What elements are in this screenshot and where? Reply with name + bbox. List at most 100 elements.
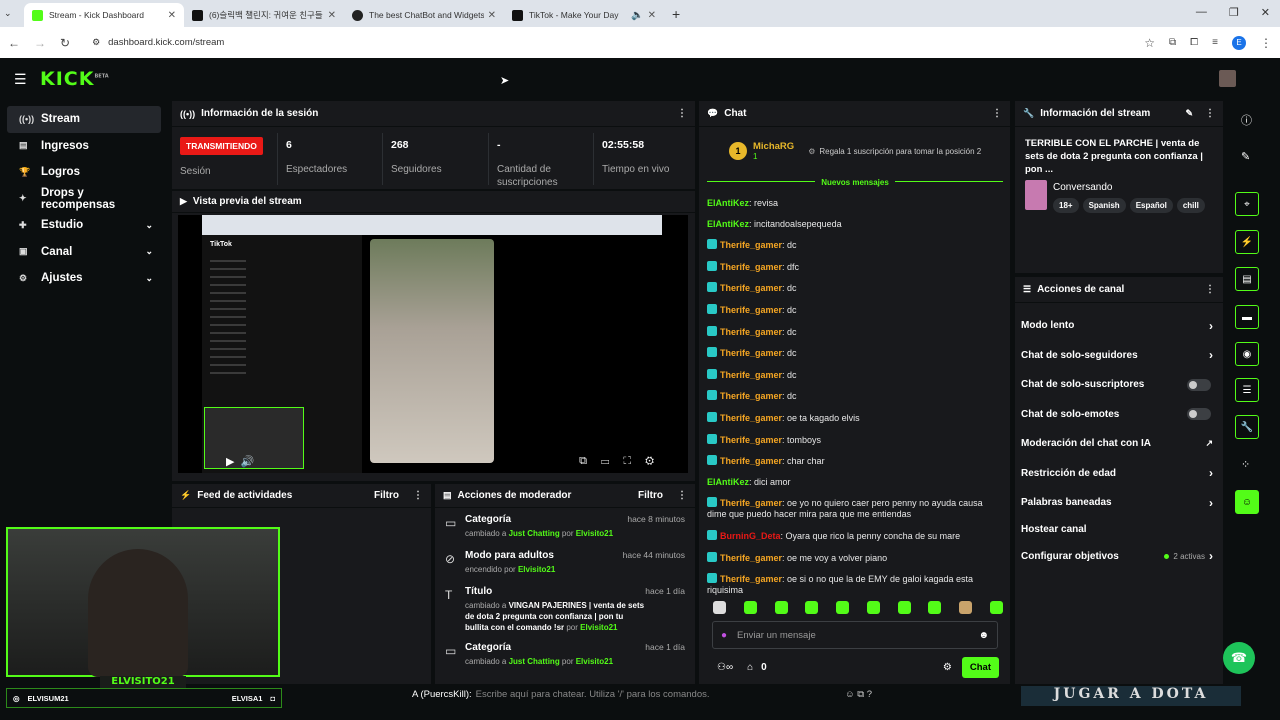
more-menu-icon[interactable]: ⋮ bbox=[1205, 108, 1215, 119]
action-followers-only[interactable]: Chat de solo-seguidores › bbox=[1015, 341, 1223, 371]
lightning-icon[interactable]: ⚡ bbox=[1235, 230, 1259, 254]
broadcast-icon[interactable]: ◉ bbox=[1235, 342, 1259, 366]
mic-icon[interactable]: ● bbox=[721, 630, 727, 641]
desc-highlight[interactable]: Just Chatting bbox=[509, 529, 560, 538]
emote-icon[interactable] bbox=[774, 601, 788, 614]
minimize-icon[interactable]: — bbox=[1196, 6, 1207, 19]
tag-pill[interactable]: chill bbox=[1176, 198, 1205, 213]
gift-prompt[interactable]: Regala 1 suscripción para tomar la posic… bbox=[819, 147, 981, 156]
restore-icon[interactable]: ❐ bbox=[1229, 6, 1239, 19]
browser-tab[interactable]: The best ChatBot and Widgets ✕ bbox=[344, 3, 504, 27]
chat-settings-icon[interactable]: ⚙ bbox=[943, 662, 952, 673]
emote-icon[interactable] bbox=[743, 601, 757, 614]
chat-username[interactable]: Therife_gamer bbox=[720, 413, 782, 423]
desc-user[interactable]: Elvisito21 bbox=[576, 529, 613, 538]
sidebar-item-canal[interactable]: ▣ Canal ⌄ bbox=[7, 239, 161, 266]
desc-user[interactable]: Elvisito21 bbox=[518, 565, 555, 574]
subs-only-toggle[interactable] bbox=[1187, 378, 1211, 391]
action-host-channel[interactable]: Hostear canal bbox=[1015, 518, 1223, 542]
pencil-icon[interactable]: ✎ bbox=[1241, 150, 1250, 163]
close-tab-icon[interactable]: ✕ bbox=[328, 10, 336, 21]
emote-icon[interactable] bbox=[713, 601, 726, 614]
hamburger-icon[interactable]: ☰ bbox=[14, 71, 27, 88]
chat-username[interactable]: Therife_gamer bbox=[720, 553, 782, 563]
back-icon[interactable]: ← bbox=[8, 36, 20, 50]
action-goals[interactable]: Configurar objetivos 2 activas › bbox=[1015, 542, 1223, 572]
close-tab-icon[interactable]: ✕ bbox=[168, 10, 176, 21]
chat-username[interactable]: ElAntiKez bbox=[707, 477, 749, 487]
emote-green-icon[interactable]: ☺ bbox=[1235, 490, 1259, 514]
reading-list-icon[interactable]: ≡ bbox=[1212, 37, 1218, 48]
more-menu-icon[interactable]: ⋮ bbox=[992, 108, 1002, 119]
browser-tab[interactable]: (6)슬릭백 챌린지: 귀여운 친구들 ✕ bbox=[184, 3, 344, 27]
category-thumbnail[interactable] bbox=[1025, 180, 1047, 210]
speaker-icon[interactable]: 🔈 bbox=[631, 10, 643, 21]
extension-icon[interactable]: ⧉ bbox=[1169, 37, 1176, 48]
puzzle-icon[interactable]: ⧠ bbox=[1190, 37, 1198, 48]
reload-icon[interactable]: ↻ bbox=[60, 36, 70, 50]
tab-search-icon[interactable]: ⌄ bbox=[4, 8, 24, 19]
notes-icon[interactable]: ▤ bbox=[1235, 267, 1259, 291]
stream-video[interactable]: TikTok ▶ 🔊 ⧉▭⛶⚙ bbox=[178, 215, 688, 473]
chat-username[interactable]: Therife_gamer bbox=[720, 327, 782, 337]
chat-username[interactable]: ElAntiKez bbox=[707, 198, 749, 208]
emotes-only-toggle[interactable] bbox=[1187, 408, 1211, 421]
chat-username[interactable]: Therife_gamer bbox=[720, 240, 782, 250]
chat-username[interactable]: Therife_gamer bbox=[720, 456, 782, 466]
filter-button[interactable]: Filtro bbox=[638, 490, 663, 501]
edit-icon[interactable]: ✎ bbox=[1185, 108, 1193, 119]
browser-menu-icon[interactable]: ⋮ bbox=[1260, 36, 1272, 50]
wrench-icon[interactable]: 🔧 bbox=[1235, 415, 1259, 439]
more-menu-icon[interactable]: ⋮ bbox=[1205, 284, 1215, 295]
chat-username[interactable]: Therife_gamer bbox=[720, 283, 782, 293]
close-tab-icon[interactable]: ✕ bbox=[488, 10, 496, 21]
store-icon[interactable]: ⌂ bbox=[747, 662, 753, 673]
profile-avatar[interactable]: E bbox=[1232, 35, 1246, 50]
new-tab-icon[interactable]: + bbox=[672, 6, 680, 22]
chat-username[interactable]: Therife_gamer bbox=[720, 574, 782, 584]
filter-button[interactable]: Filtro bbox=[374, 490, 399, 501]
emote-icon[interactable] bbox=[959, 601, 973, 614]
sidebar-item-drops[interactable]: ✦ Drops y recompensas bbox=[7, 186, 161, 213]
sidebar-item-estudio[interactable]: ✚ Estudio ⌄ bbox=[7, 212, 161, 239]
emote-icon[interactable] bbox=[836, 601, 850, 614]
emoji-picker-icon[interactable]: ☻ bbox=[978, 630, 989, 641]
close-tab-icon[interactable]: ✕ bbox=[648, 10, 656, 21]
chat-username[interactable]: Therife_gamer bbox=[720, 305, 782, 315]
category-name[interactable]: Conversando bbox=[1053, 182, 1205, 193]
user-avatar[interactable] bbox=[1219, 70, 1236, 87]
chat-username[interactable]: BurninG_Deta bbox=[720, 531, 781, 541]
apps-icon[interactable]: ⁘ bbox=[1241, 458, 1250, 471]
layout-icon[interactable]: ☰ bbox=[1235, 378, 1259, 402]
emote-icon[interactable] bbox=[866, 601, 880, 614]
chat-input[interactable]: ● Enviar un mensaje ☻ bbox=[712, 621, 998, 649]
desc-user[interactable]: Elvisito21 bbox=[580, 623, 617, 632]
sidebar-item-ajustes[interactable]: ⚙ Ajustes ⌄ bbox=[7, 265, 161, 292]
emote-icon[interactable] bbox=[805, 601, 819, 614]
browser-tab[interactable]: TikTok - Make Your Day 🔈 ✕ bbox=[504, 3, 664, 27]
more-menu-icon[interactable]: ⋮ bbox=[677, 490, 687, 501]
site-info-icon[interactable]: ⚙ bbox=[92, 37, 100, 48]
tag-pill[interactable]: 18+ bbox=[1053, 198, 1079, 213]
chat-username[interactable]: ElAntiKez bbox=[707, 219, 749, 229]
clip-icon[interactable]: ⌖ bbox=[1235, 192, 1259, 216]
chat-username[interactable]: Therife_gamer bbox=[720, 498, 782, 508]
support-chat-button[interactable]: ☎ bbox=[1223, 642, 1255, 674]
chat-username[interactable]: Therife_gamer bbox=[720, 348, 782, 358]
emote-icon[interactable] bbox=[897, 601, 911, 614]
emote-icon[interactable] bbox=[989, 601, 1003, 614]
game-chat-placeholder[interactable]: Escribe aquí para chatear. Utiliza '/' p… bbox=[476, 689, 710, 700]
chat-bubble-icon[interactable]: ▬ bbox=[1235, 305, 1259, 329]
sidebar-item-ingresos[interactable]: ▤ Ingresos bbox=[7, 133, 161, 160]
bookmark-star-icon[interactable]: ☆ bbox=[1144, 36, 1155, 50]
sidebar-item-logros[interactable]: 🏆 Logros bbox=[7, 159, 161, 186]
forward-icon[interactable]: → bbox=[34, 36, 46, 50]
close-window-icon[interactable]: ✕ bbox=[1261, 6, 1270, 19]
url-field[interactable]: ⚙ dashboard.kick.com/stream bbox=[84, 31, 1131, 54]
tag-pill[interactable]: Spanish bbox=[1082, 198, 1126, 213]
browser-tab[interactable]: Stream - Kick Dashboard ✕ bbox=[24, 3, 184, 27]
emote-icon[interactable] bbox=[928, 601, 942, 614]
desc-highlight[interactable]: Just Chatting bbox=[509, 657, 560, 666]
chat-username[interactable]: Therife_gamer bbox=[720, 391, 782, 401]
chat-username[interactable]: Therife_gamer bbox=[720, 370, 782, 380]
